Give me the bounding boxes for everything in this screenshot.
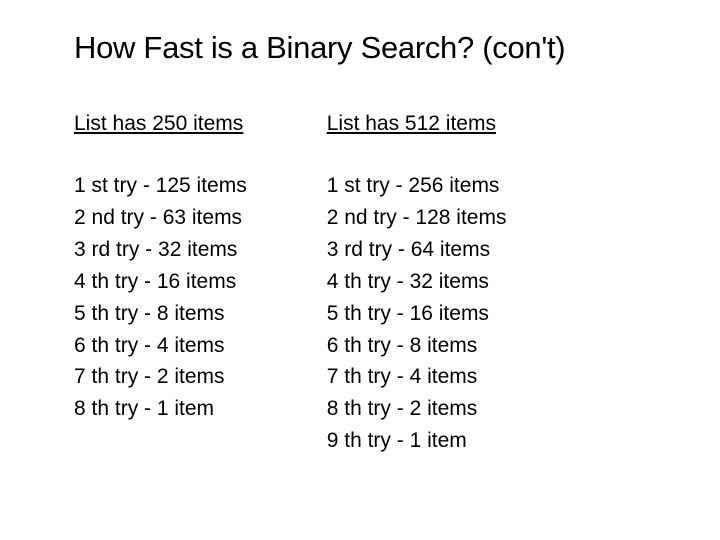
try-line: 7 th try - 4 items — [327, 361, 507, 393]
right-column-header: List has 512 items — [327, 112, 507, 136]
try-line: 5 th try - 16 items — [327, 298, 507, 330]
try-line: 3 rd try - 64 items — [327, 234, 507, 266]
try-line: 8 th try - 1 item — [74, 393, 247, 425]
left-column-header: List has 250 items — [74, 112, 247, 136]
try-line: 5 th try - 8 items — [74, 298, 247, 330]
try-line: 2 nd try - 128 items — [327, 202, 507, 234]
try-line: 4 th try - 16 items — [74, 266, 247, 298]
right-column: List has 512 items 1 st try - 256 items … — [327, 112, 507, 457]
try-line: 4 th try - 32 items — [327, 266, 507, 298]
try-line: 6 th try - 4 items — [74, 330, 247, 362]
try-line: 1 st try - 256 items — [327, 170, 507, 202]
try-line: 6 th try - 8 items — [327, 330, 507, 362]
try-line: 1 st try - 125 items — [74, 170, 247, 202]
slide: How Fast is a Binary Search? (con't) Lis… — [0, 0, 720, 540]
try-line: 9 th try - 1 item — [327, 425, 507, 457]
columns: List has 250 items 1 st try - 125 items … — [74, 112, 660, 457]
try-line: 8 th try - 2 items — [327, 393, 507, 425]
try-line: 2 nd try - 63 items — [74, 202, 247, 234]
try-line: 3 rd try - 32 items — [74, 234, 247, 266]
page-title: How Fast is a Binary Search? (con't) — [74, 30, 660, 66]
try-line: 7 th try - 2 items — [74, 361, 247, 393]
left-column: List has 250 items 1 st try - 125 items … — [74, 112, 247, 457]
